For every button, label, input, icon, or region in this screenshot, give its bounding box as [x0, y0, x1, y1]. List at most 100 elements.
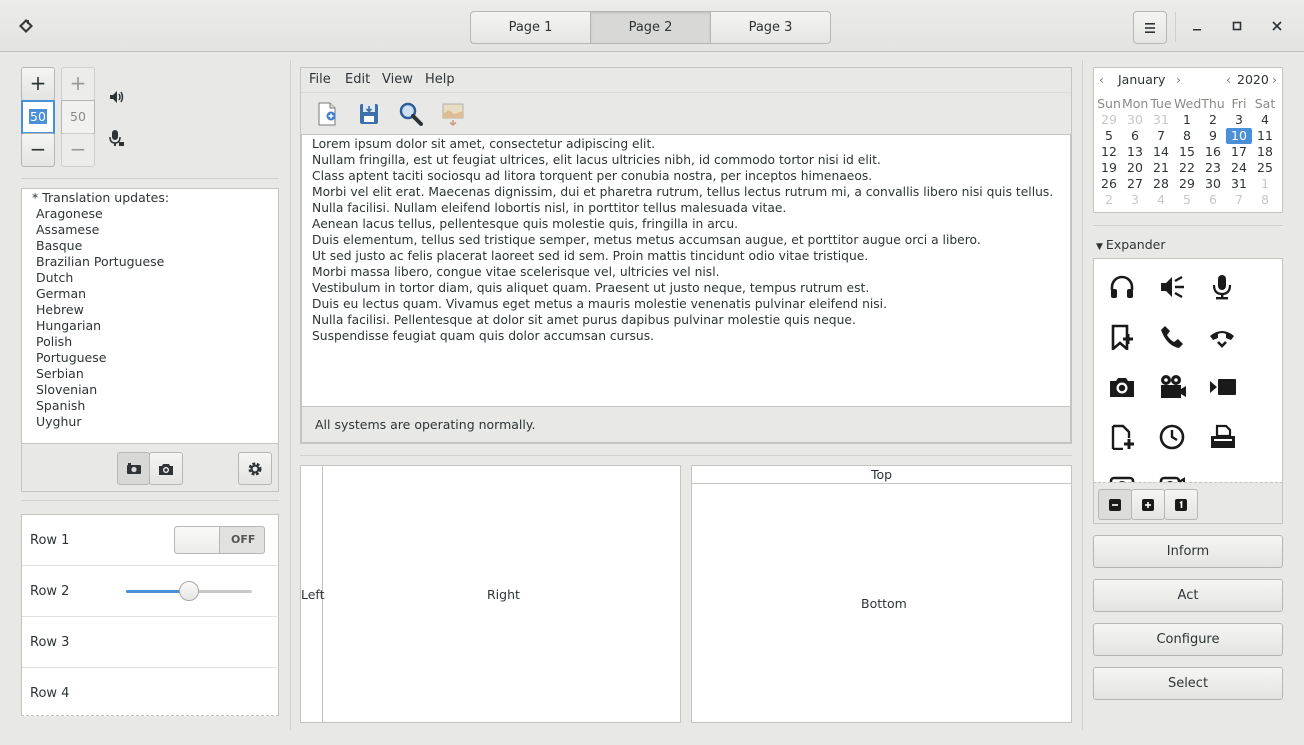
settings-button[interactable] — [238, 452, 272, 485]
calendar-day[interactable]: 11 — [1252, 128, 1278, 144]
list-item[interactable]: Assamese — [22, 222, 278, 238]
calendar-day[interactable]: 4 — [1148, 192, 1174, 208]
calendar-day[interactable]: 30 — [1200, 176, 1226, 192]
calendar-day[interactable]: 22 — [1174, 160, 1200, 176]
calendar-day[interactable]: 27 — [1122, 176, 1148, 192]
calendar-day[interactable]: 3 — [1122, 192, 1148, 208]
close-button[interactable] — [1265, 14, 1289, 38]
spin1-entry[interactable]: 50 — [21, 100, 55, 134]
save-icon[interactable] — [357, 101, 383, 127]
list-row-4[interactable]: Row 4 — [22, 668, 277, 716]
list-row-2[interactable]: Row 2 — [22, 566, 277, 617]
calendar-day[interactable]: 4 — [1252, 112, 1278, 128]
configure-button[interactable]: Configure — [1093, 623, 1283, 656]
bookmark-new-icon[interactable] — [1097, 312, 1147, 362]
media-player-icon[interactable] — [1147, 462, 1197, 482]
spin2-entry[interactable]: 50 — [61, 100, 95, 134]
menu-view[interactable]: View — [382, 72, 413, 87]
calendar-day[interactable]: 6 — [1200, 192, 1226, 208]
calendar-day[interactable]: 6 — [1122, 128, 1148, 144]
calendar-day[interactable]: 8 — [1252, 192, 1278, 208]
paned-handle-horizontal[interactable] — [692, 483, 1071, 484]
calendar-day[interactable]: 5 — [1096, 128, 1122, 144]
list-item[interactable]: Aragonese — [22, 206, 278, 222]
calendar-day[interactable]: 1 — [1174, 112, 1200, 128]
list-item[interactable]: Polish — [22, 334, 278, 350]
camera-photo-icon[interactable] — [1097, 362, 1147, 412]
calendar-day[interactable]: 23 — [1200, 160, 1226, 176]
main-menu-button[interactable] — [1133, 11, 1167, 44]
calendar-day[interactable]: 26 — [1096, 176, 1122, 192]
volume-icon[interactable] — [109, 89, 125, 108]
list-item[interactable]: Portuguese — [22, 350, 278, 366]
slider-knob[interactable] — [179, 581, 199, 601]
new-document-icon[interactable] — [315, 101, 341, 127]
maximize-button[interactable] — [1225, 14, 1249, 38]
right-pane-separator[interactable] — [1082, 60, 1083, 730]
list-item[interactable]: Spanish — [22, 398, 278, 414]
row-2-slider[interactable] — [126, 581, 252, 601]
tab-page-3[interactable]: Page 3 — [710, 11, 831, 44]
calendar-day[interactable]: 25 — [1252, 160, 1278, 176]
speaker-loud-icon[interactable] — [1147, 262, 1197, 312]
calendar-day[interactable]: 9 — [1200, 128, 1226, 144]
clock-icon[interactable] — [1147, 412, 1197, 462]
menu-help[interactable]: Help — [425, 72, 455, 87]
calendar-day[interactable]: 1 — [1252, 176, 1278, 192]
calendar-day[interactable]: 21 — [1148, 160, 1174, 176]
prev-year-icon[interactable]: ‹ — [1226, 72, 1231, 87]
document-new-icon[interactable] — [1097, 412, 1147, 462]
list-item[interactable]: Serbian — [22, 366, 278, 382]
next-month-icon[interactable]: › — [1176, 72, 1181, 87]
list-row-1[interactable]: Row 1 OFF — [22, 515, 277, 566]
call-end-icon[interactable] — [1197, 312, 1247, 362]
list-item[interactable]: Dutch — [22, 270, 278, 286]
zoom-in-button[interactable] — [1131, 489, 1165, 520]
calendar[interactable]: ‹ January › ‹ 2020 › Sun Mon Tue Wed Thu Fri S… — [1093, 67, 1283, 213]
calendar-day[interactable]: 31 — [1226, 176, 1252, 192]
list-item[interactable]: Hungarian — [22, 318, 278, 334]
spin1-minus-button[interactable]: − — [21, 133, 55, 167]
zoom-original-button[interactable] — [1164, 489, 1198, 520]
list-item[interactable]: Hebrew — [22, 302, 278, 318]
prev-month-icon[interactable]: ‹ — [1099, 72, 1104, 87]
microphone-icon[interactable] — [1197, 262, 1247, 312]
calendar-day[interactable]: 16 — [1200, 144, 1226, 160]
menu-file[interactable]: File — [309, 72, 331, 87]
camera-button[interactable] — [149, 452, 183, 485]
calendar-day[interactable]: 15 — [1174, 144, 1200, 160]
video-camera-icon[interactable] — [1147, 362, 1197, 412]
menu-edit[interactable]: Edit — [345, 72, 370, 87]
translation-list[interactable]: * Translation updates: Aragonese Assames… — [21, 188, 279, 444]
calendar-day[interactable]: 20 — [1122, 160, 1148, 176]
list-item[interactable]: German — [22, 286, 278, 302]
calendar-day[interactable]: 28 — [1148, 176, 1174, 192]
act-button[interactable]: Act — [1093, 579, 1283, 612]
list-item[interactable]: Uyghur — [22, 414, 278, 430]
calendar-day[interactable]: 2 — [1200, 112, 1226, 128]
calendar-day[interactable]: 13 — [1122, 144, 1148, 160]
row-1-switch[interactable]: OFF — [174, 526, 265, 554]
microphone-sensitivity-icon[interactable] — [109, 129, 125, 150]
calendar-day[interactable]: 5 — [1174, 192, 1200, 208]
left-pane-separator[interactable] — [290, 60, 291, 730]
calendar-day[interactable]: 30 — [1122, 112, 1148, 128]
drive-icon[interactable] — [1097, 462, 1147, 482]
calendar-day[interactable]: 14 — [1148, 144, 1174, 160]
list-row-3[interactable]: Row 3 — [22, 617, 277, 668]
spin2-plus-button[interactable]: + — [61, 67, 95, 101]
search-icon[interactable] — [398, 101, 424, 127]
calendar-day[interactable]: 2 — [1096, 192, 1122, 208]
tab-page-1[interactable]: Page 1 — [470, 11, 591, 44]
insert-image-icon[interactable] — [441, 101, 467, 127]
calendar-day-selected[interactable]: 10 — [1226, 128, 1252, 144]
calendar-day[interactable]: 7 — [1226, 192, 1252, 208]
calendar-day[interactable]: 18 — [1252, 144, 1278, 160]
phone-icon[interactable] — [1147, 312, 1197, 362]
select-button[interactable]: Select — [1093, 667, 1283, 700]
calendar-day[interactable]: 17 — [1226, 144, 1252, 160]
inform-button[interactable]: Inform — [1093, 535, 1283, 568]
calendar-day[interactable]: 31 — [1148, 112, 1174, 128]
zoom-out-button[interactable] — [1098, 489, 1132, 520]
list-item[interactable]: Slovenian — [22, 382, 278, 398]
